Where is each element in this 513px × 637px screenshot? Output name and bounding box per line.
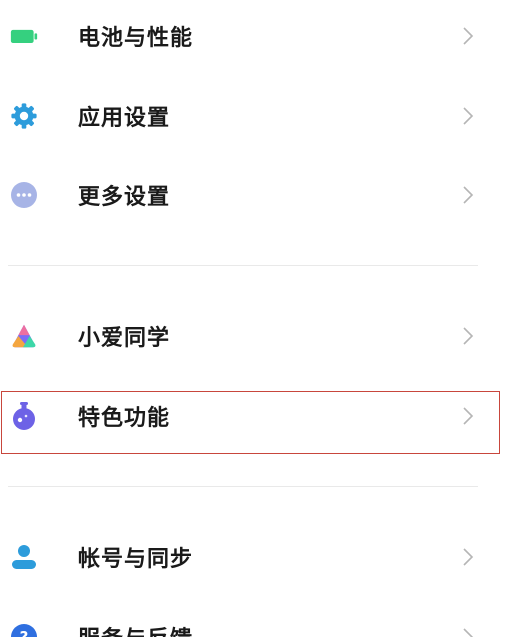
chevron-right-icon bbox=[463, 548, 474, 566]
settings-screen: 电池与性能 应用设置 更多设置 小爱同学 特色功能 帐号与同步 ? bbox=[0, 0, 513, 637]
gear-icon bbox=[10, 102, 38, 130]
settings-item-label: 小爱同学 bbox=[78, 326, 171, 351]
settings-item-app-settings[interactable]: 应用设置 bbox=[0, 86, 500, 146]
more-dots-icon bbox=[10, 181, 38, 209]
xiaoai-assistant-icon bbox=[10, 322, 38, 350]
account-icon bbox=[10, 543, 38, 571]
settings-item-label: 电池与性能 bbox=[78, 26, 194, 51]
chevron-right-icon bbox=[463, 186, 474, 204]
settings-item-more-settings[interactable]: 更多设置 bbox=[0, 165, 500, 225]
settings-item-xiaoai[interactable]: 小爱同学 bbox=[0, 306, 500, 366]
settings-item-label: 服务与反馈 bbox=[78, 621, 193, 637]
chevron-right-icon bbox=[463, 107, 474, 125]
settings-item-service-feedback[interactable]: ? 服务与反馈 bbox=[0, 607, 500, 637]
highlight-box bbox=[1, 391, 500, 454]
help-icon: ? bbox=[10, 623, 38, 637]
battery-icon bbox=[10, 22, 38, 50]
settings-item-battery-performance[interactable]: 电池与性能 bbox=[0, 6, 500, 66]
settings-item-account-sync[interactable]: 帐号与同步 bbox=[0, 527, 500, 587]
chevron-right-icon bbox=[463, 327, 474, 345]
chevron-right-icon bbox=[463, 27, 474, 45]
chevron-right-icon bbox=[463, 628, 474, 637]
svg-text:?: ? bbox=[20, 628, 29, 637]
settings-item-label: 帐号与同步 bbox=[78, 547, 194, 572]
section-divider bbox=[8, 486, 478, 487]
settings-item-label: 应用设置 bbox=[78, 106, 171, 131]
section-divider bbox=[8, 265, 478, 266]
settings-item-label: 更多设置 bbox=[78, 185, 171, 210]
